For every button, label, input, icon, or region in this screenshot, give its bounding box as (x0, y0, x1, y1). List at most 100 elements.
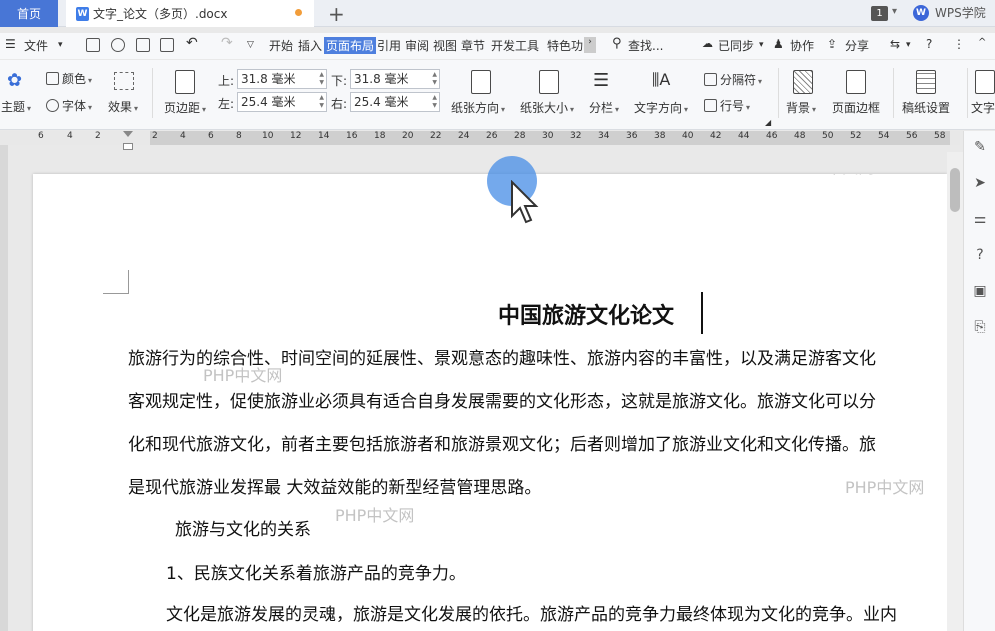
ruler-label: 2 (152, 131, 158, 141)
menu-references[interactable]: 引用 (377, 37, 401, 54)
paragraph-line[interactable]: 化和现代旅游文化，前者主要包括旅游者和旅游景观文化；后者则增加了旅游业文化和文化… (128, 430, 876, 455)
ruler-label: 30 (542, 131, 554, 141)
chevron-down-icon[interactable]: ▾ (58, 40, 63, 50)
subsection-heading[interactable]: 1、民族文化关系着旅游产品的竞争力。 (166, 559, 466, 584)
collaborate-button[interactable]: 协作 (790, 37, 814, 54)
paper-size-icon (539, 70, 559, 94)
background-button[interactable]: 背景 ▾ (786, 99, 816, 116)
menu-view[interactable]: 视图 (433, 37, 457, 54)
collapse-ribbon-icon[interactable]: ^ (978, 37, 986, 48)
text-direction-button[interactable]: 文字方向 ▾ (634, 99, 688, 116)
quick-access-chevron-icon[interactable]: ▽ (247, 40, 254, 50)
share-button[interactable]: 分享 (845, 37, 869, 54)
ruler-label: 54 (878, 131, 890, 141)
undo-icon[interactable]: ↶ (186, 35, 198, 51)
wps-academy-link[interactable]: W WPS学院 (913, 4, 986, 21)
menu-file[interactable]: 文件 (24, 37, 48, 54)
select-pointer-icon[interactable]: ➤ (972, 175, 988, 191)
watermark: PHP中文网 (845, 478, 925, 497)
effect-button[interactable]: 效果 ▾ (108, 98, 138, 115)
ruler-label: 6 (38, 131, 44, 141)
page-setup-launcher-icon[interactable]: ◢ (765, 118, 771, 127)
search-icon[interactable]: ⚲ (612, 36, 622, 51)
tab-document[interactable]: W 文字_论文（多页）.docx (66, 0, 314, 27)
orientation-label: 纸张方向 (451, 101, 500, 115)
margins-icon (175, 70, 195, 94)
window-count-badge[interactable]: 1 (871, 6, 888, 21)
document-page[interactable]: 中国旅游文化论文 旅游行为的综合性、时间空间的延展性、景观意态的趣味性、旅游内容… (33, 174, 947, 631)
margins-button[interactable]: 页边距 ▾ (164, 99, 206, 116)
horizontal-ruler[interactable]: 6 4 2 2 4 6 8 10 12 14 16 18 20 22 24 26… (0, 131, 960, 145)
sync-status[interactable]: 已同步 (718, 37, 754, 54)
export-icon[interactable] (111, 38, 125, 52)
paragraph-line[interactable]: 是现代旅游业发挥最 大效益效能的新型经营管理思路。 (128, 473, 541, 498)
bottom-margin-input[interactable]: 31.8 毫米 (350, 69, 440, 89)
menu-insert[interactable]: 插入 (298, 37, 322, 54)
left-indent-handle[interactable] (123, 143, 133, 150)
print-icon[interactable] (136, 38, 150, 52)
menu-developer[interactable]: 开发工具 (491, 37, 539, 54)
manuscript-button[interactable]: 稿纸设置 (902, 99, 950, 116)
paper-size-label: 纸张大小 (520, 101, 569, 115)
menu-special[interactable]: 特色功 (547, 37, 583, 54)
font-button[interactable]: 字体 ▾ (46, 97, 92, 114)
ruler-label: 42 (710, 131, 722, 141)
search-field[interactable]: 查找... (628, 37, 663, 54)
breaks-button[interactable]: 分隔符 ▾ (704, 71, 762, 88)
text-wrap-button[interactable]: 文字 (971, 99, 995, 116)
chevron-down-icon[interactable]: ▾ (892, 6, 897, 17)
background-icon (793, 70, 813, 94)
scrollbar-thumb[interactable] (950, 168, 960, 212)
ruler-label: 28 (514, 131, 526, 141)
save-icon[interactable] (86, 38, 100, 52)
ruler-label: 24 (458, 131, 470, 141)
line-numbers-icon (704, 99, 717, 112)
help-icon[interactable]: ? (972, 247, 988, 263)
image-icon[interactable]: ▣ (972, 283, 988, 299)
new-tab-button[interactable]: + (328, 2, 345, 26)
text-wrap-icon (975, 70, 995, 94)
help-icon[interactable]: ? (926, 37, 932, 51)
hamburger-icon[interactable]: ☰ (5, 37, 16, 51)
orientation-button[interactable]: 纸张方向 ▾ (451, 99, 505, 116)
tab-home[interactable]: 首页 (0, 0, 58, 27)
pen-icon[interactable]: ✎ (972, 139, 988, 155)
more-menu-chevron-icon[interactable]: › (584, 37, 596, 53)
first-line-indent-handle[interactable] (123, 131, 133, 137)
color-swatch-icon (46, 72, 59, 85)
menu-bar: ☰ 文件 ▾ ↶ ↷ ▽ 开始 插入 页面布局 引用 审阅 视图 章节 开发工具… (0, 33, 995, 59)
page-border-button[interactable]: 页面边框 (832, 99, 880, 116)
vertical-scrollbar[interactable] (947, 152, 963, 631)
menu-review[interactable]: 审阅 (405, 37, 429, 54)
ruler-label: 10 (262, 131, 274, 141)
theme-button[interactable]: 主题 ▾ (1, 98, 31, 115)
right-margin-input[interactable]: 25.4 毫米 (350, 92, 440, 112)
menu-chapter[interactable]: 章节 (461, 37, 485, 54)
paragraph-line[interactable]: 文化是旅游发展的灵魂，旅游是文化发展的依托。旅游产品的竞争力最终体现为文化的竞争… (166, 600, 897, 625)
chevron-down-icon[interactable]: ▾ (906, 40, 911, 50)
document-title[interactable]: 中国旅游文化论文 (498, 298, 674, 330)
ruler-label: 4 (180, 131, 186, 141)
adjust-sliders-icon[interactable]: ⚌ (972, 211, 988, 227)
paragraph-line[interactable]: 客观规定性，促使旅游业必须具有适合自身发展需要的文化形态，这就是旅游文化。旅游文… (128, 387, 876, 412)
right-margin-label: 右: (331, 97, 348, 111)
top-margin-input[interactable]: 31.8 毫米 (237, 69, 327, 89)
redo-icon[interactable]: ↷ (221, 35, 233, 51)
paper-size-button[interactable]: 纸张大小 ▾ (520, 99, 574, 116)
print-preview-icon[interactable] (160, 38, 174, 52)
menu-page-layout[interactable]: 页面布局 (324, 37, 377, 54)
watermark: PHP中文网 (203, 366, 283, 385)
ruler-label: 20 (402, 131, 414, 141)
color-button[interactable]: 颜色 ▾ (46, 70, 92, 87)
divider (152, 68, 153, 118)
sharing-tools-icon[interactable]: ⎘ (972, 319, 988, 335)
orientation-icon (471, 70, 491, 94)
customize-icon[interactable]: ⇆ (890, 37, 900, 51)
menu-home[interactable]: 开始 (269, 37, 293, 54)
chevron-down-icon[interactable]: ▾ (759, 40, 764, 50)
more-options-icon[interactable]: ⋮ (953, 37, 965, 51)
columns-button[interactable]: 分栏 ▾ (589, 99, 619, 116)
line-numbers-button[interactable]: 行号 ▾ (704, 97, 750, 114)
section-heading[interactable]: 旅游与文化的关系 (175, 515, 311, 540)
left-margin-input[interactable]: 25.4 毫米 (237, 92, 327, 112)
